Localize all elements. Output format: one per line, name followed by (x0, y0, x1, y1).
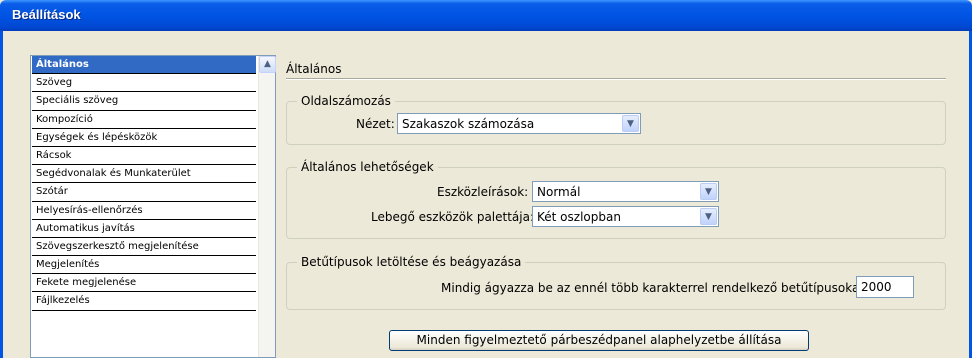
always-embed-label: Mindig ágyazza be az ennél több karakter… (441, 281, 869, 295)
font-download-legend: Betűtípusok letöltése és beágyazása (297, 255, 526, 269)
general-options-group: Általános lehetőségek (286, 160, 946, 239)
sidebar-item[interactable]: Segédvonalak és Munkaterület (32, 165, 256, 184)
sidebar-item[interactable]: Egységek és lépésközök (32, 129, 256, 147)
reset-warnings-button[interactable]: Minden figyelmeztető párbeszédpanel alap… (389, 330, 809, 351)
sidebar-item[interactable]: Fekete megjelenése (32, 274, 256, 293)
sidebar-item[interactable]: Automatikus javítás (32, 220, 256, 238)
floating-palette-dropdown[interactable]: Két oszlopban ▼ (532, 206, 719, 227)
section-divider (286, 78, 946, 80)
view-dropdown-value: Szakaszok számozása (402, 117, 535, 131)
chevron-down-icon[interactable]: ▼ (622, 115, 639, 132)
view-dropdown[interactable]: Szakaszok számozása ▼ (397, 113, 641, 134)
view-label-text: Nézet: (356, 117, 395, 131)
section-title: Általános (286, 62, 342, 76)
sidebar-item[interactable]: Kompozíció (32, 111, 256, 129)
window-title: Beállítások (12, 7, 81, 22)
sidebar-item[interactable]: Általános (32, 56, 256, 75)
view-label: Nézet: (356, 117, 395, 131)
chevron-down-icon[interactable]: ▼ (700, 183, 717, 200)
sidebar-item[interactable]: Rácsok (32, 147, 256, 166)
sidebar-item[interactable]: Szöveg (32, 74, 256, 93)
category-list-items: Általános Szöveg Speciális szöveg Kompozíci… (31, 56, 257, 311)
floating-palette-value: Két oszlopban (537, 210, 621, 224)
chevron-down-icon[interactable]: ▼ (700, 208, 717, 225)
sidebar-item[interactable]: Megjelenítés (32, 256, 256, 275)
sidebar-item[interactable]: Szótár (32, 183, 256, 202)
tool-tips-value: Normál (537, 185, 581, 199)
sidebar-item[interactable]: Fájlkezelés (32, 292, 256, 311)
tool-tips-dropdown[interactable]: Normál ▼ (532, 181, 719, 202)
tool-tips-label: Eszközleírások: (437, 185, 529, 199)
always-embed-input[interactable]: 2000 (856, 276, 914, 298)
sidebar-item[interactable]: Speciális szöveg (32, 92, 256, 111)
sidebar-item[interactable]: Helyesírás-ellenőrzés (32, 202, 256, 220)
sidebar-item[interactable]: Szövegszerkesztő megjelenítése (32, 238, 256, 257)
page-numbering-legend: Oldalszámozás (297, 94, 395, 108)
general-options-legend: Általános lehetőségek (297, 160, 438, 174)
scroll-up-arrow-icon[interactable]: ▲ (259, 56, 276, 73)
category-list[interactable]: Általános Szöveg Speciális szöveg Kompozíci… (30, 55, 276, 358)
floating-palette-label: Lebegő eszközök palettája: (371, 210, 535, 224)
list-scrollbar[interactable]: ▲ (258, 56, 276, 357)
title-bar[interactable]: Beállítások (0, 0, 972, 31)
